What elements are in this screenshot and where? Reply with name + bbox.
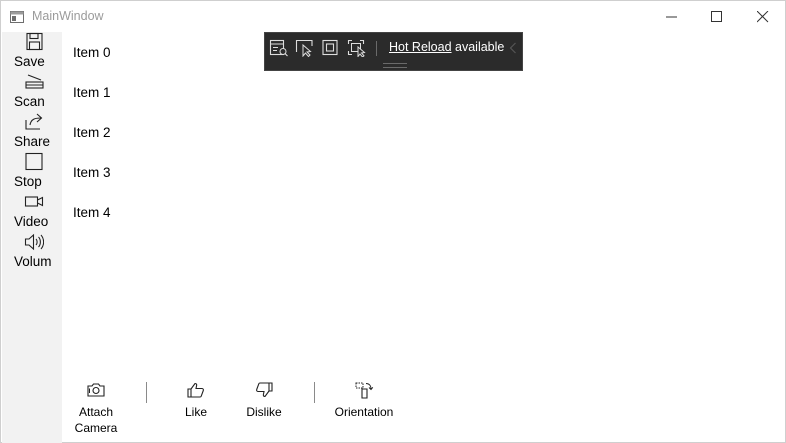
hot-reload-link[interactable]: Hot Reload — [389, 40, 452, 54]
dislike-icon — [256, 382, 273, 398]
window-title: MainWindow — [32, 9, 104, 23]
save-label: Save — [14, 54, 45, 69]
save-icon — [26, 32, 43, 51]
orientation-label: Orientation — [334, 405, 394, 419]
minimize-button[interactable] — [649, 1, 695, 32]
toolbar-drag-handle[interactable] — [383, 63, 407, 68]
list-item-3[interactable]: Item 3 — [73, 165, 111, 180]
attach-camera-icon — [87, 383, 105, 397]
scan-button[interactable]: Scan — [2, 72, 62, 112]
like-label: Like — [184, 405, 207, 419]
volume-label: Volum — [14, 254, 52, 269]
scan-label: Scan — [14, 94, 45, 109]
hot-reload-toolbar: Hot Reload available — [264, 32, 523, 71]
share-label: Share — [14, 134, 51, 149]
list-item-0[interactable]: Item 0 — [73, 45, 111, 60]
list-item-1[interactable]: Item 1 — [73, 85, 111, 100]
like-icon — [187, 382, 204, 398]
attach-camera-button[interactable]: Attach Camera — [73, 381, 119, 436]
stop-icon — [25, 152, 43, 171]
share-icon — [25, 113, 43, 130]
main-window: MainWindow Save Scan Share Stop Video Vo… — [0, 0, 786, 443]
stop-button[interactable]: Stop — [2, 152, 62, 192]
list-item-4[interactable]: Item 4 — [73, 205, 111, 220]
video-icon — [24, 196, 44, 207]
toolbar-separator — [376, 41, 377, 56]
stop-label: Stop — [14, 174, 42, 189]
scan-icon — [25, 74, 44, 89]
attach-camera-label: Attach Camera — [74, 405, 118, 435]
like-button[interactable]: Like — [176, 381, 216, 420]
orientation-icon — [355, 382, 374, 399]
title-bar[interactable]: MainWindow — [1, 1, 785, 32]
left-command-bar: Save Scan Share Stop Video Volum — [2, 32, 62, 443]
close-button[interactable] — [740, 1, 786, 32]
list-item-2[interactable]: Item 2 — [73, 125, 111, 140]
hot-reload-status-text: available — [451, 40, 505, 54]
track-focused-element-icon[interactable] — [347, 39, 367, 57]
dislike-button[interactable]: Dislike — [241, 381, 287, 420]
video-button[interactable]: Video — [2, 192, 62, 232]
save-button[interactable]: Save — [2, 32, 62, 72]
minimize-icon — [666, 16, 677, 18]
share-button[interactable]: Share — [2, 112, 62, 152]
command-separator-2 — [314, 382, 315, 403]
video-label: Video — [14, 214, 49, 229]
maximize-button[interactable] — [694, 1, 740, 32]
display-layout-adorners-icon[interactable] — [321, 39, 341, 57]
select-element-icon[interactable] — [295, 39, 315, 57]
collapse-chevron-icon[interactable] — [509, 41, 517, 55]
dislike-label: Dislike — [246, 405, 282, 419]
hot-reload-status: Hot Reload available — [389, 40, 504, 54]
close-icon — [757, 11, 769, 23]
app-window-icon — [10, 10, 24, 23]
command-separator-1 — [146, 382, 147, 403]
maximize-icon — [711, 11, 722, 22]
volume-button[interactable]: Volum — [2, 232, 62, 272]
volume-icon — [24, 233, 44, 251]
live-visual-tree-icon[interactable] — [269, 39, 289, 57]
orientation-button[interactable]: Orientation — [331, 381, 397, 420]
